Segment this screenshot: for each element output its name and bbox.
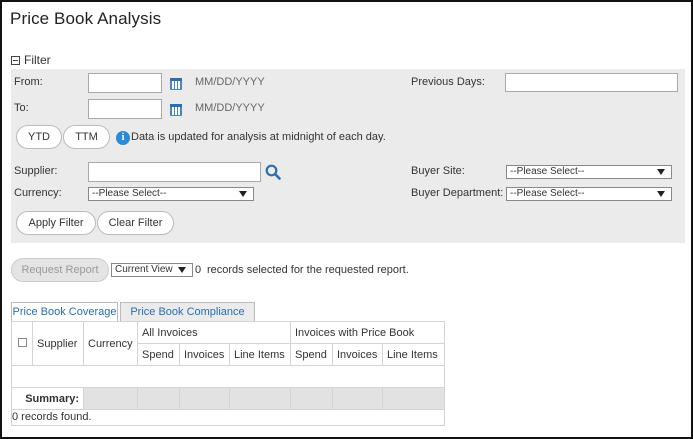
previous-days-input[interactable] xyxy=(505,73,678,92)
filter-toggle[interactable]: Filter xyxy=(11,53,51,67)
ttm-button[interactable]: TTM xyxy=(63,125,110,149)
summary-row: Summary: xyxy=(11,387,445,410)
buyer-department-select[interactable]: --Please Select-- xyxy=(506,187,672,201)
summary-cell xyxy=(229,387,291,410)
buyer-department-selected: --Please Select-- xyxy=(510,188,585,199)
view-select[interactable]: Current View xyxy=(111,263,193,277)
column-header-currency[interactable]: Currency xyxy=(83,321,138,366)
select-all-cell xyxy=(11,321,33,366)
table-header-row: Supplier Currency All Invoices Invoices … xyxy=(11,321,445,366)
chevron-down-icon xyxy=(178,267,186,273)
column-header-invoices[interactable]: Invoices xyxy=(179,343,230,366)
collapse-icon[interactable] xyxy=(11,55,20,65)
page-title: Price Book Analysis xyxy=(10,9,162,28)
summary-cell xyxy=(137,387,180,410)
buyer-site-selected: --Please Select-- xyxy=(510,166,585,177)
summary-cell xyxy=(382,387,445,410)
summary-cell xyxy=(290,387,333,410)
calendar-icon[interactable] xyxy=(170,78,182,90)
request-report-button[interactable]: Request Report xyxy=(11,258,109,282)
filter-panel: From: MM/DD/YYYY Previous Days: To: MM/D… xyxy=(11,69,685,243)
supplier-input[interactable] xyxy=(88,162,261,182)
info-text: Data is updated for analysis at midnight… xyxy=(131,131,386,143)
buyer-site-select[interactable]: --Please Select-- xyxy=(506,165,672,179)
buyer-site-label: Buyer Site: xyxy=(411,165,465,177)
summary-cell xyxy=(179,387,230,410)
currency-select[interactable]: --Please Select-- xyxy=(88,187,254,201)
summary-cell xyxy=(83,387,138,410)
to-date-input[interactable] xyxy=(88,99,162,119)
currency-selected: --Please Select-- xyxy=(92,188,167,199)
from-date-format-hint: MM/DD/YYYY xyxy=(195,76,265,88)
clear-filter-button[interactable]: Clear Filter xyxy=(97,211,174,235)
group-header-invoices-with-price-book: Invoices with Price Book xyxy=(290,321,445,344)
column-header-pb-invoices[interactable]: Invoices xyxy=(332,343,383,366)
column-header-supplier[interactable]: Supplier xyxy=(32,321,84,366)
from-date-input[interactable] xyxy=(88,73,162,93)
currency-label: Currency: xyxy=(14,187,62,199)
apply-filter-button[interactable]: Apply Filter xyxy=(16,211,96,235)
summary-cell xyxy=(332,387,383,410)
supplier-label: Supplier: xyxy=(14,165,58,177)
records-found-text: 0 records found. xyxy=(12,411,92,423)
column-header-spend[interactable]: Spend xyxy=(137,343,180,366)
previous-days-label: Previous Days: xyxy=(411,76,485,88)
select-all-checkbox[interactable] xyxy=(17,337,27,347)
summary-label: Summary: xyxy=(11,387,84,410)
price-book-table: Supplier Currency All Invoices Invoices … xyxy=(11,321,445,410)
view-selected: Current View xyxy=(115,264,173,275)
selected-count: 0 xyxy=(195,264,202,276)
selected-records-text: records selected for the requested repor… xyxy=(207,264,409,276)
filter-header-label: Filter xyxy=(24,53,51,67)
to-label: To: xyxy=(14,102,29,114)
chevron-down-icon xyxy=(239,191,247,197)
group-header-all-invoices: All Invoices xyxy=(137,321,291,344)
tab-price-book-coverage[interactable]: Price Book Coverage xyxy=(11,302,118,322)
empty-row xyxy=(11,365,445,388)
column-header-pb-line-items[interactable]: Line Items xyxy=(382,343,445,366)
empty-cell xyxy=(11,365,445,388)
ytd-button[interactable]: YTD xyxy=(16,125,62,149)
from-label: From: xyxy=(14,76,43,88)
chevron-down-icon xyxy=(657,191,665,197)
column-header-pb-spend[interactable]: Spend xyxy=(290,343,333,366)
tab-price-book-compliance[interactable]: Price Book Compliance xyxy=(120,302,255,322)
column-header-line-items[interactable]: Line Items xyxy=(229,343,291,366)
chevron-down-icon xyxy=(657,169,665,175)
app-window: Price Book Analysis Filter From: MM/DD/Y… xyxy=(0,0,693,439)
info-icon: i xyxy=(116,131,130,145)
buyer-department-label: Buyer Department: xyxy=(411,187,504,199)
to-date-format-hint: MM/DD/YYYY xyxy=(195,102,265,114)
calendar-icon[interactable] xyxy=(170,104,182,116)
search-icon[interactable] xyxy=(265,164,281,180)
